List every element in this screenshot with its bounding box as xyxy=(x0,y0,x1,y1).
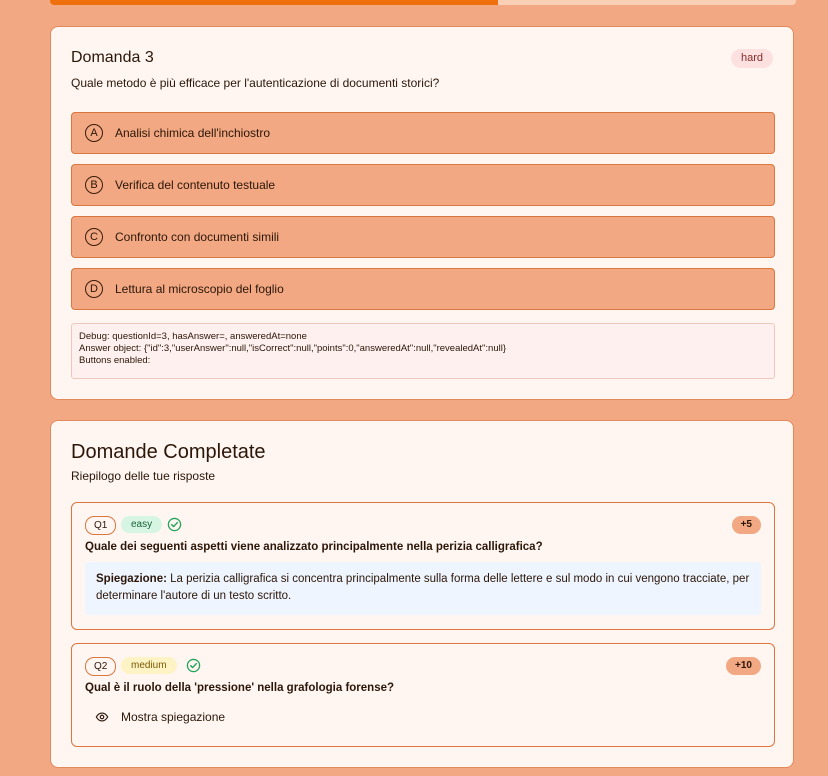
question-text: Quale metodo è più efficace per l'autent… xyxy=(71,76,440,90)
difficulty-badge: medium xyxy=(121,657,177,674)
debug-line: Answer object: {"id":3,"userAnswer":null… xyxy=(79,343,507,354)
explanation-box: Spiegazione: La perizia calligrafica si … xyxy=(85,562,761,615)
option-label: Analisi chimica dell'inchiostro xyxy=(115,126,271,140)
question-card: Domanda 3 hard Quale metodo è più effica… xyxy=(50,26,794,400)
option-label: Confronto con documenti simili xyxy=(115,230,280,244)
difficulty-badge: hard xyxy=(730,49,773,68)
option-label: Lettura al microscopio del foglio xyxy=(115,282,284,296)
section-title: Domande Completate xyxy=(71,441,266,463)
points-badge: +5 xyxy=(731,516,761,534)
show-explanation-button[interactable]: Mostra spiegazione xyxy=(95,710,225,724)
debug-panel: Debug: questionId=3, hasAnswer=, answere… xyxy=(71,323,775,379)
option-a-button[interactable]: A Analisi chimica dell'inchiostro xyxy=(71,112,775,154)
difficulty-badge: easy xyxy=(121,516,163,533)
progress-bar xyxy=(50,0,796,5)
option-letter: B xyxy=(85,176,103,194)
check-circle-icon xyxy=(167,517,182,532)
debug-line: Buttons enabled: xyxy=(79,355,151,366)
option-b-button[interactable]: B Verifica del contenuto testuale xyxy=(71,164,775,206)
option-letter: D xyxy=(85,280,103,298)
section-subtitle: Riepilogo delle tue risposte xyxy=(71,469,216,483)
show-explanation-label: Mostra spiegazione xyxy=(121,710,226,724)
question-number-badge: Q1 xyxy=(85,516,117,535)
points-badge: +10 xyxy=(726,657,761,675)
check-circle-icon xyxy=(186,658,201,673)
answered-question-text: Qual è il ruolo della 'pressione' nella … xyxy=(85,682,395,694)
debug-line: Debug: questionId=3, hasAnswer=, answere… xyxy=(79,331,307,342)
progress-bar-fill xyxy=(50,0,498,5)
option-label: Verifica del contenuto testuale xyxy=(115,178,276,192)
completed-questions-card: Domande Completate Riepilogo delle tue r… xyxy=(50,420,794,768)
explanation-text: La perizia calligrafica si concentra pri… xyxy=(96,573,750,602)
option-c-button[interactable]: C Confronto con documenti simili xyxy=(71,216,775,258)
option-d-button[interactable]: D Lettura al microscopio del foglio xyxy=(71,268,775,310)
eye-icon xyxy=(95,712,109,722)
answer-summary-card: Q2 medium +10 Qual è il ruolo della 'pre… xyxy=(71,643,775,747)
explanation-label: Spiegazione: xyxy=(96,573,167,585)
option-letter: C xyxy=(85,228,103,246)
question-title: Domanda 3 xyxy=(71,49,154,66)
answer-summary-card: Q1 easy +5 Quale dei seguenti aspetti vi… xyxy=(71,502,775,630)
question-number-badge: Q2 xyxy=(85,657,117,676)
option-letter: A xyxy=(85,124,103,142)
answered-question-text: Quale dei seguenti aspetti viene analizz… xyxy=(85,541,543,553)
